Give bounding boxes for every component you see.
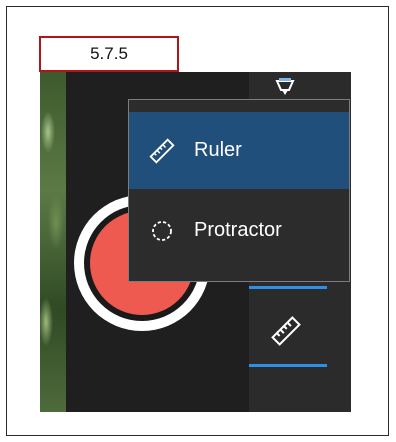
step-label: 5.7.5 — [39, 36, 179, 72]
pen-icon[interactable] — [275, 78, 295, 96]
menu-item-ruler[interactable]: Ruler — [129, 112, 349, 189]
ruler-icon — [149, 137, 175, 164]
tool-menu: Ruler Protractor — [128, 99, 350, 282]
tool-underline — [249, 364, 327, 367]
tool-underline — [249, 286, 327, 289]
ruler-icon[interactable] — [269, 314, 303, 348]
camera-preview — [40, 72, 66, 412]
menu-item-label: Protractor — [194, 219, 282, 241]
menu-item-label: Ruler — [194, 139, 242, 161]
protractor-icon — [152, 220, 172, 241]
menu-item-protractor[interactable]: Protractor — [129, 192, 349, 269]
